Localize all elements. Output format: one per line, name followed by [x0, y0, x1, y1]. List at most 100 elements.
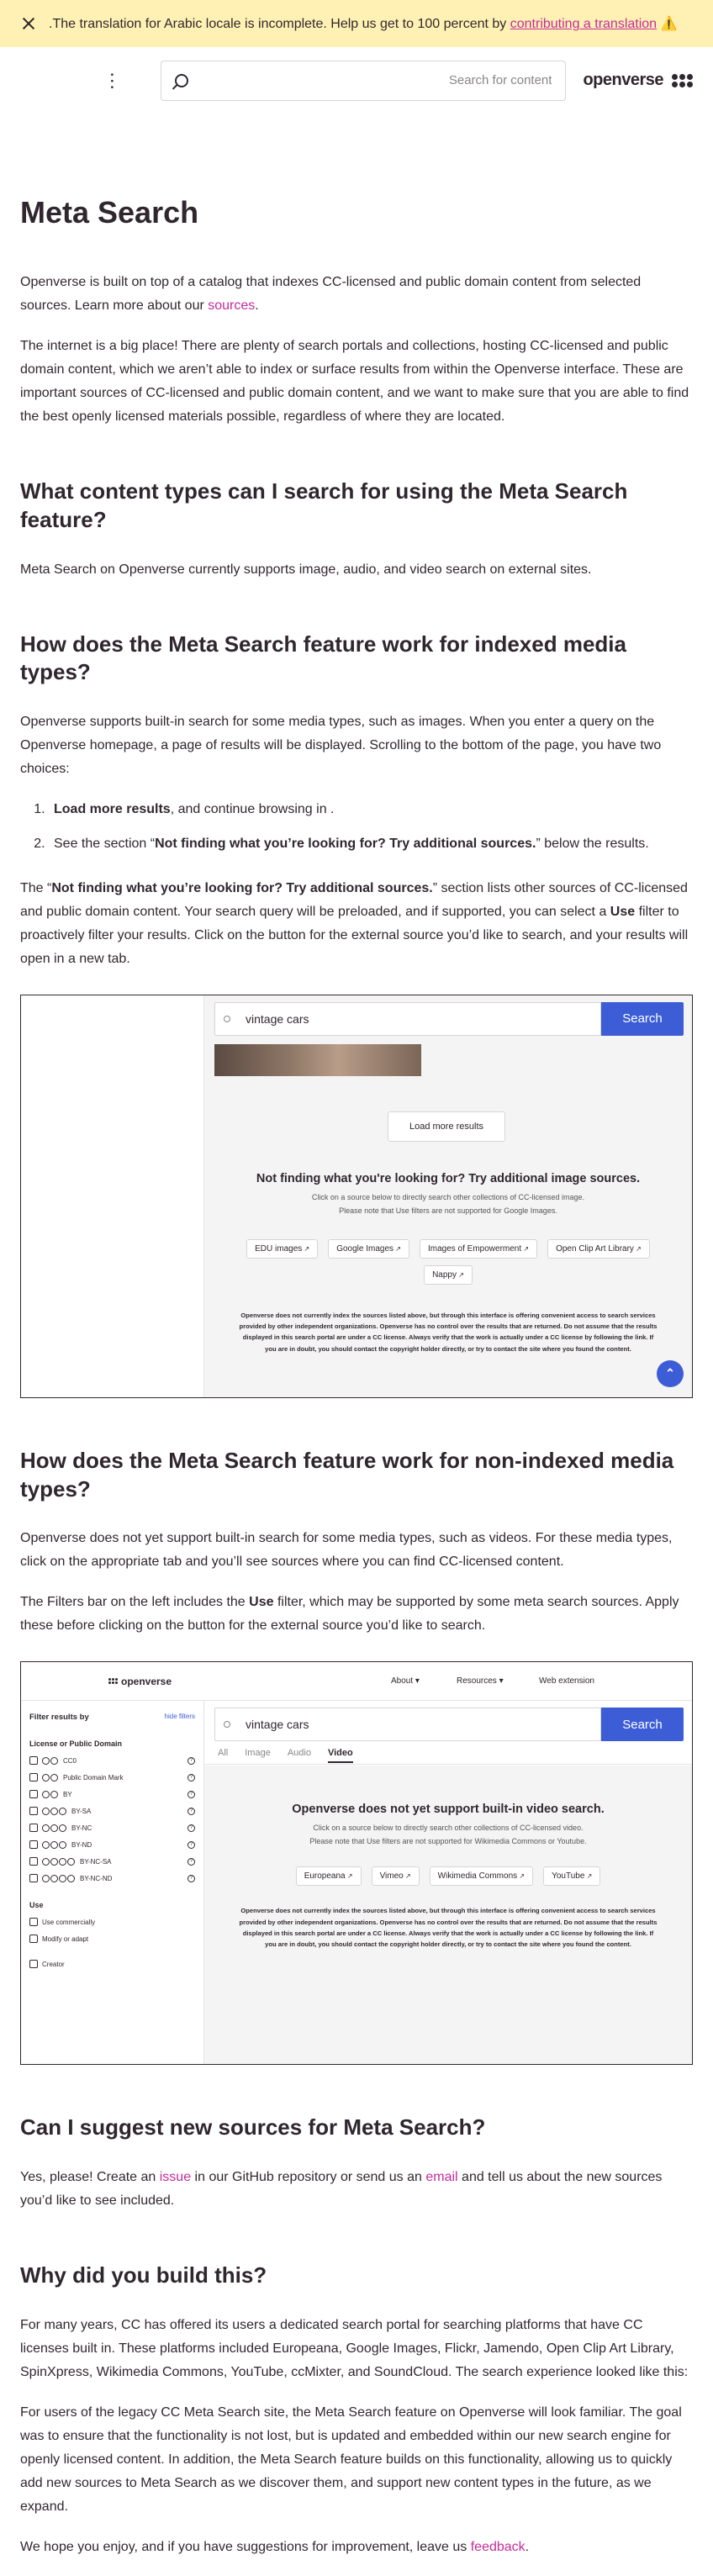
warning-icon: ⚠️	[660, 17, 678, 31]
license-option: BY-NC-SA?	[29, 1855, 195, 1867]
para-text: The Filters bar on the left includes the	[20, 1595, 250, 1610]
site-header: ⋮ openverse	[0, 47, 713, 114]
para-text: .	[525, 2539, 530, 2554]
brand-logo[interactable]: openverse	[583, 71, 693, 90]
issue-link[interactable]: issue	[160, 2170, 191, 2184]
tab-audio: Audio	[287, 1748, 311, 1759]
list-item-text: , and continue browsing in .	[170, 802, 335, 817]
not-finding-strong: Not finding what you’re looking for? Try…	[155, 836, 536, 851]
contribute-translation-link[interactable]: contributing a translation	[510, 17, 657, 31]
additional-sources-title: Not finding what you're looking for? Try…	[256, 1171, 641, 1185]
checkbox	[29, 1857, 38, 1866]
license-option: BY-NC-ND?	[29, 1872, 195, 1884]
help-icon: ?	[187, 1790, 195, 1798]
result-image	[214, 1043, 421, 1076]
menu-icon[interactable]: ⋮	[87, 71, 137, 90]
screenshot-header: openverse About ▾ Resources ▾ Web extens…	[21, 1662, 692, 1702]
creator-label: Creator	[42, 1960, 65, 1968]
use-strong: Use	[249, 1595, 274, 1610]
nav-resources: Resources ▾	[457, 1676, 504, 1687]
tab-all: All	[218, 1748, 229, 1759]
load-more-strong: Load more results	[54, 802, 171, 817]
screenshot-search-row: vintage cars Search	[214, 1708, 684, 1742]
help-icon: ?	[187, 1874, 195, 1882]
sources-link[interactable]: sources	[208, 298, 255, 313]
non-indexed-heading: How does the Meta Search feature work fo…	[20, 1447, 674, 1502]
screenshot-video-results: vintage cars Search All Image Audio Vide…	[204, 1701, 692, 2065]
banner-message: .The translation for Arabic locale is in…	[49, 15, 677, 32]
license-icon	[42, 1756, 58, 1765]
banner-text: .The translation for Arabic locale is in…	[49, 17, 510, 31]
intro-paragraph: Openverse is built on top of a catalog t…	[20, 271, 693, 318]
feedback-paragraph: We hope you enjoy, and if you have sugge…	[20, 2536, 693, 2559]
intro-end: .	[255, 298, 259, 313]
video-sources-sub-2: Please note that Use filters are not sup…	[309, 1837, 587, 1846]
para-text: The “	[20, 880, 52, 895]
choices-list: Load more results, and continue browsing…	[49, 798, 693, 857]
additional-sources-sub-1: Click on a source below to directly sear…	[311, 1192, 585, 1201]
checkbox	[29, 1773, 38, 1782]
help-icon: ?	[187, 1773, 195, 1782]
license-label: BY-SA	[71, 1807, 92, 1815]
license-icon	[42, 1773, 58, 1782]
search-icon	[224, 1015, 230, 1022]
content-types-heading: What content types can I search for usin…	[20, 478, 628, 532]
checkbox	[29, 1824, 38, 1833]
filter-heading: Filter results by	[29, 1713, 89, 1723]
license-option: BY?	[29, 1788, 195, 1800]
para-text: We hope you enjoy, and if you have sugge…	[20, 2539, 471, 2554]
email-link[interactable]: email	[425, 2170, 457, 2184]
source-buttons: Europeana Vimeo Wikimedia Commons YouTub…	[204, 1866, 692, 1887]
license-option: CC0?	[29, 1755, 195, 1766]
search-icon[interactable]	[174, 73, 188, 87]
checkbox	[29, 1960, 38, 1969]
openverse-logo-icon	[672, 73, 693, 87]
checkbox	[29, 1840, 38, 1850]
scroll-top-icon: ⌃	[657, 1359, 684, 1387]
checkbox	[29, 1756, 38, 1766]
screenshot-search-input: vintage cars	[214, 1001, 601, 1036]
source-button: Images of Empowerment	[419, 1238, 538, 1259]
creator-option: Creator	[29, 1958, 195, 1970]
content-types-paragraph: Meta Search on Openverse currently suppo…	[20, 562, 592, 577]
load-more-button: Load more results	[388, 1111, 505, 1142]
screenshot-search-input: vintage cars	[214, 1708, 601, 1742]
list-item: See the section “Not finding what you’re…	[49, 832, 693, 857]
why-paragraph-1: For many years, CC has offered its users…	[20, 2317, 689, 2379]
brand-name: openverse	[583, 71, 663, 89]
help-icon: ?	[187, 1807, 195, 1815]
not-finding-strong: Not finding what you’re looking for? Try…	[51, 880, 433, 895]
license-option: BY-SA?	[29, 1805, 195, 1817]
suggest-heading: Can I suggest new sources for Meta Searc…	[20, 2114, 486, 2141]
checkbox	[29, 1935, 38, 1944]
source-button: Google Images	[328, 1238, 409, 1259]
additional-sources-sub-2: Please note that Use filters are not sup…	[339, 1206, 557, 1215]
feedback-link[interactable]: feedback	[471, 2540, 526, 2554]
indexed-heading: How does the Meta Search feature work fo…	[20, 631, 626, 685]
source-button: YouTube	[543, 1866, 601, 1887]
source-button: Wikimedia Commons	[429, 1866, 534, 1887]
non-indexed-paragraph: Openverse does not yet support built-in …	[20, 1531, 673, 1570]
para-text: Yes, please! Create an	[20, 2170, 160, 2185]
license-label: BY	[63, 1790, 72, 1798]
license-option: Public Domain Mark?	[29, 1771, 195, 1783]
source-button: Open Clip Art Library	[547, 1238, 650, 1259]
source-buttons: EDU images Google Images Images of Empow…	[204, 1238, 692, 1285]
license-icon	[42, 1874, 75, 1882]
why-paragraph-2: For users of the legacy CC Meta Search s…	[20, 2404, 682, 2514]
non-indexed-search-screenshot: openverse About ▾ Resources ▾ Web extens…	[20, 1661, 693, 2066]
use-option: Modify or adapt	[29, 1933, 195, 1945]
screenshot-search-row: vintage cars Search	[214, 1001, 684, 1036]
hide-filters-link: hide filters	[164, 1713, 195, 1721]
checkbox	[29, 1790, 38, 1799]
license-icon	[42, 1807, 66, 1815]
page-title: Meta Search	[20, 195, 199, 230]
close-icon[interactable]	[20, 15, 37, 32]
screenshot-query: vintage cars	[246, 1011, 309, 1026]
nav-web-extension: Web extension	[539, 1676, 594, 1687]
license-icon	[42, 1840, 66, 1849]
openverse-logo-icon	[108, 1678, 118, 1685]
search-input[interactable]	[187, 73, 552, 87]
video-unsupported-title: Openverse does not yet support built-in …	[292, 1803, 605, 1817]
screenshot-brand-name: openverse	[121, 1675, 172, 1687]
